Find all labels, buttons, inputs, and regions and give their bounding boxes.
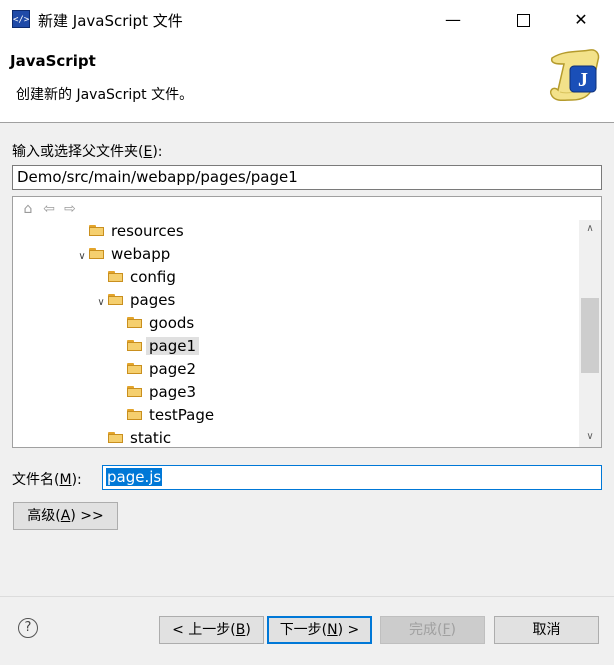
folder-icon — [127, 408, 143, 420]
wizard-banner: JavaScript 创建新的 JavaScript 文件。 J — [0, 40, 614, 123]
scroll-down-icon[interactable]: ∨ — [579, 428, 601, 445]
folder-tree: resources ∨ webapp config ∨ pages goods pa… — [13, 220, 579, 447]
tree-item-page3[interactable]: page3 — [113, 381, 196, 403]
file-name-input[interactable]: page.js — [102, 465, 602, 490]
tree-item-static[interactable]: static — [94, 427, 171, 447]
minimize-button[interactable]: — — [430, 0, 476, 40]
tree-item-page1[interactable]: page1 — [113, 335, 200, 357]
folder-icon — [108, 431, 124, 443]
banner-description: 创建新的 JavaScript 文件。 — [16, 87, 194, 103]
tree-scrollbar[interactable]: ∧ ∨ — [579, 220, 601, 447]
folder-tree-panel: ⌂ ⇦ ⇨ resources ∨ webapp config ∨ pages good… — [12, 196, 602, 448]
folder-icon — [127, 362, 143, 374]
folder-icon — [108, 293, 124, 305]
folder-icon — [89, 224, 105, 236]
file-name-label: 文件名(M): — [12, 472, 82, 488]
tree-item-resources[interactable]: resources — [75, 220, 184, 242]
maximize-icon — [516, 14, 530, 27]
home-icon[interactable]: ⌂ — [19, 200, 37, 218]
tree-toolbar: ⌂ ⇦ ⇨ — [19, 200, 82, 218]
cancel-button[interactable]: 取消 — [494, 616, 599, 644]
chevron-down-icon[interactable]: ∨ — [75, 246, 89, 268]
folder-icon — [89, 247, 105, 259]
back-button[interactable]: < 上一步(B) — [159, 616, 264, 644]
back-icon[interactable]: ⇦ — [40, 200, 58, 218]
forward-icon[interactable]: ⇨ — [61, 200, 79, 218]
chevron-down-icon[interactable]: ∨ — [94, 292, 108, 314]
next-button[interactable]: 下一步(N) > — [267, 616, 372, 644]
parent-folder-input[interactable]: Demo/src/main/webapp/pages/page1 — [12, 165, 602, 190]
window-title: 新建 JavaScript 文件 — [38, 12, 183, 30]
help-icon[interactable]: ? — [18, 618, 38, 638]
folder-icon — [127, 316, 143, 328]
folder-icon — [127, 385, 143, 397]
parent-folder-label: 输入或选择父文件夹(E): — [12, 144, 163, 160]
title-bar: </> 新建 JavaScript 文件 — ✕ — [0, 0, 614, 40]
file-name-value: page.js — [106, 468, 163, 486]
folder-icon — [127, 339, 143, 351]
divider — [0, 596, 614, 597]
tree-item-pages[interactable]: ∨ pages — [94, 289, 175, 311]
tree-item-testpage[interactable]: testPage — [113, 404, 214, 426]
javascript-scroll-icon: J — [549, 49, 600, 102]
tree-item-webapp[interactable]: ∨ webapp — [75, 243, 170, 265]
js-editor-icon: </> — [12, 10, 30, 28]
close-button[interactable]: ✕ — [558, 0, 604, 40]
folder-icon — [108, 270, 124, 282]
maximize-button[interactable] — [500, 0, 546, 40]
advanced-button[interactable]: 高级(A) >> — [13, 502, 118, 530]
tree-item-goods[interactable]: goods — [113, 312, 194, 334]
scroll-up-icon[interactable]: ∧ — [579, 220, 601, 237]
banner-title: JavaScript — [10, 52, 96, 70]
svg-text:J: J — [578, 69, 588, 91]
tree-item-page2[interactable]: page2 — [113, 358, 196, 380]
tree-item-config[interactable]: config — [94, 266, 176, 288]
scrollbar-thumb[interactable] — [581, 298, 599, 373]
finish-button[interactable]: 完成(F) — [380, 616, 485, 644]
